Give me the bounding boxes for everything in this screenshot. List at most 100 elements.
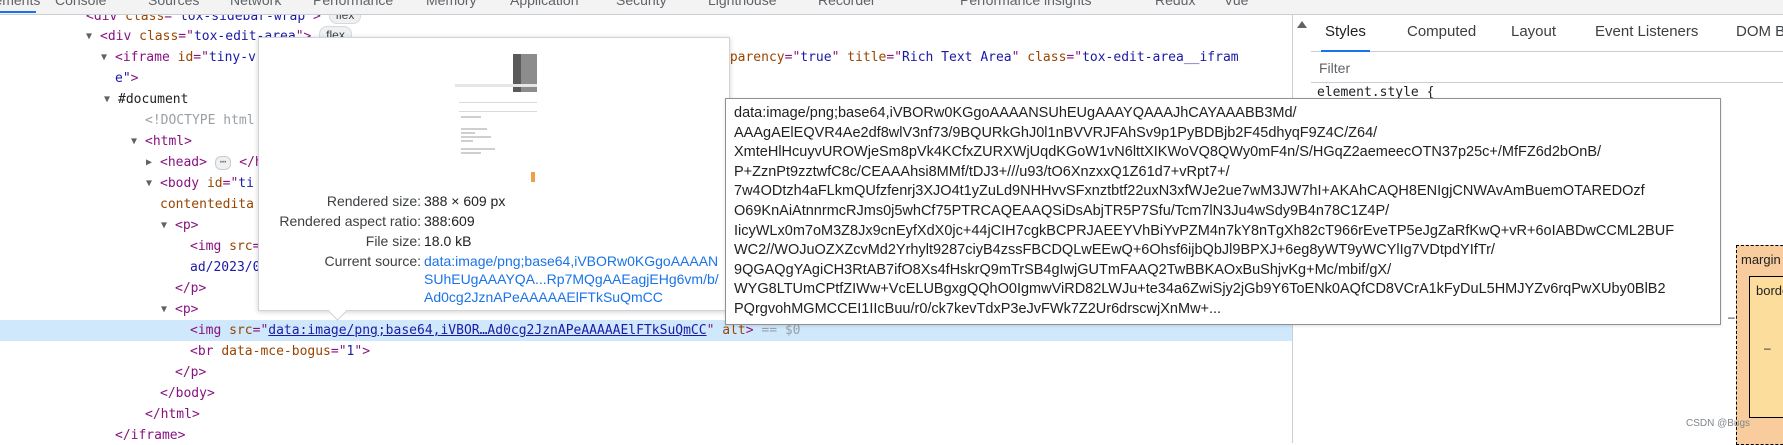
node-content: <!DOCTYPE html	[145, 110, 255, 131]
code-token: class	[1027, 50, 1067, 65]
code-token: <img	[190, 323, 230, 338]
node-content: </p>	[175, 362, 206, 383]
code-token: >	[745, 323, 754, 338]
devtools-tab-performance[interactable]: Performance	[313, 0, 393, 8]
code-token: </p>	[175, 281, 207, 296]
code-token: alt	[722, 323, 746, 338]
devtools-tab-memory[interactable]: Memory	[426, 0, 477, 8]
data-url-line: WC2//WOJuOZXZcvMd2Yrhylt9287ciyB4zssFBCD…	[734, 242, 1495, 259]
code-token: ti	[238, 176, 254, 191]
styles-filter-input[interactable]	[1317, 56, 1621, 80]
margin-left-value[interactable]: –	[1728, 310, 1735, 324]
expand-triangle-icon[interactable]: ▼	[104, 89, 116, 110]
node-content: <img src="data:image/png;base64,iVBOR…Ad…	[190, 320, 801, 341]
current-source-label: Current source:	[324, 253, 421, 269]
node-content: <html>	[145, 131, 192, 152]
collapsed-ellipsis-button[interactable]: ⋯	[214, 156, 232, 170]
border-box: border –	[1749, 276, 1783, 418]
flex-badge[interactable]: flex	[328, 15, 362, 24]
data-url-text: data:image/png;base64,iVBORw0KGgoAAAANSU…	[734, 104, 1714, 320]
node-content: contentedita	[160, 194, 254, 215]
tab-computed[interactable]: Computed	[1407, 15, 1476, 51]
dom-node-line[interactable]: </p>	[0, 362, 1292, 383]
data-url-line: P+ZznPt9zztwfC8c/CEAAAhsi8MMf/tDJ3+///u9…	[734, 163, 1230, 180]
code-token: src	[229, 239, 253, 254]
code-token: sparency	[722, 50, 785, 65]
border-left-value[interactable]: –	[1764, 341, 1771, 355]
styles-tab-bar: Styles Computed Layout Event Listeners DOM B…	[1311, 15, 1783, 52]
box-model-diagram: margin – border –	[1728, 245, 1783, 445]
code-token: <!DOCTYPE html	[145, 113, 255, 128]
code-token: <img	[190, 239, 230, 254]
code-token: "	[706, 323, 723, 338]
node-content: <p>	[175, 215, 198, 236]
expand-triangle-icon[interactable]: ▼	[146, 173, 158, 194]
code-token: ="	[178, 29, 194, 44]
data-url-line: XmteHlHcuyvUROWjeSm8pVk4KCfxZURXWjUqdKGo…	[734, 144, 1602, 161]
tab-label: Event Listeners	[1595, 23, 1699, 40]
thumbnail-bar	[455, 84, 537, 87]
code-token: <p>	[175, 302, 199, 317]
code-token: </html>	[145, 407, 200, 422]
data-url-line: O69KnAiAtnnrmcRJms0j5whCf75PTRCAQEAAQSiD…	[734, 202, 1390, 219]
devtools-tab-security[interactable]: Security	[616, 0, 667, 8]
thumbnail-line	[461, 152, 481, 154]
dom-node-line[interactable]: </body>	[0, 383, 1292, 404]
thumbnail-line	[461, 128, 487, 130]
expand-triangle-icon[interactable]: ▼	[86, 26, 98, 47]
devtools-tab-application[interactable]: Application	[510, 0, 579, 8]
devtools-tab-lighthouse[interactable]: Lighthouse	[708, 0, 777, 8]
img-src-link[interactable]: data:image/png;base64,iVBOR…Ad0cg2JznAPe…	[268, 323, 706, 338]
devtools-tab-elements[interactable]: Elements	[0, 0, 40, 8]
code-token: ="	[330, 344, 347, 359]
tab-dom-breakpoints[interactable]: DOM Breakpoints	[1736, 15, 1783, 51]
code-token: == $0	[753, 323, 801, 338]
code-token: <html>	[145, 134, 192, 149]
devtools-tab-performance-insights[interactable]: Performance insights	[960, 0, 1092, 8]
code-token: tox-sidebar-wrap	[179, 15, 306, 24]
image-thumbnail	[455, 54, 537, 182]
dom-node-line[interactable]: </iframe>	[0, 425, 1292, 443]
node-content: <p>	[175, 299, 198, 320]
code-token: src	[229, 323, 253, 338]
devtools-tab-redux[interactable]: Redux	[1155, 0, 1195, 8]
file-size-value: 18.0 kB	[424, 233, 472, 249]
scroll-up-icon[interactable]	[1297, 21, 1307, 28]
tab-event-listeners[interactable]: Event Listeners	[1595, 15, 1698, 51]
tab-label: DOM Breakpoints	[1736, 23, 1783, 40]
data-url-line: IicyWLx0m7oM3Z8Jx9cnEyfXdX0jc+44jCIH7cgk…	[734, 222, 1675, 239]
expand-triangle-icon[interactable]: ▼	[131, 131, 143, 152]
collapse-triangle-icon[interactable]: ▶	[146, 152, 158, 173]
margin-label: margin	[1741, 252, 1781, 267]
devtools-tab-vue[interactable]: Vue	[1224, 0, 1248, 8]
code-token: <head>	[160, 155, 207, 170]
code-token: Rich Text Area	[902, 50, 1012, 65]
code-token: ="	[1066, 50, 1083, 65]
thumbnail-line	[461, 132, 475, 134]
code-token: </p>	[175, 365, 207, 380]
code-token: #document	[118, 92, 189, 107]
tab-layout[interactable]: Layout	[1511, 15, 1556, 51]
devtools-tab-network[interactable]: Network	[230, 0, 281, 8]
expand-triangle-icon[interactable]: ▼	[161, 215, 173, 236]
expand-triangle-icon[interactable]: ▼	[161, 299, 173, 320]
devtools-tab-recorder[interactable]: Recorder	[818, 0, 876, 8]
current-source-link[interactable]: data:image/png;base64,iVBORw0KGgoAAAANSU…	[424, 252, 724, 306]
dom-node-line[interactable]: </html>	[0, 404, 1292, 425]
tab-styles[interactable]: Styles	[1321, 15, 1370, 52]
devtools-tab-console[interactable]: Console	[55, 0, 106, 8]
devtools-tab-bar: Elements Console Sources Network Performance…	[0, 0, 1783, 15]
code-token: tox-edit-area__ifram	[1082, 50, 1239, 65]
thumbnail-line	[461, 116, 481, 118]
code-token: "	[831, 50, 848, 65]
code-token: title	[847, 50, 887, 65]
thumbnail-line	[461, 136, 491, 138]
code-token: </iframe>	[115, 428, 186, 443]
code-token: id	[206, 176, 223, 191]
node-content: </body>	[160, 383, 215, 404]
dom-node-line[interactable]: <br data-mce-bogus="1">	[0, 341, 1292, 362]
devtools-tab-sources[interactable]: Sources	[148, 0, 199, 8]
data-url-line: WYG8LTUmCPtfZIWw+VcELUBgxgQQhO0IgmwViRD8…	[734, 281, 1666, 298]
tab-label: Layout	[1511, 23, 1557, 40]
data-url-tooltip: data:image/png;base64,iVBORw0KGgoAAAANSU…	[725, 98, 1721, 325]
